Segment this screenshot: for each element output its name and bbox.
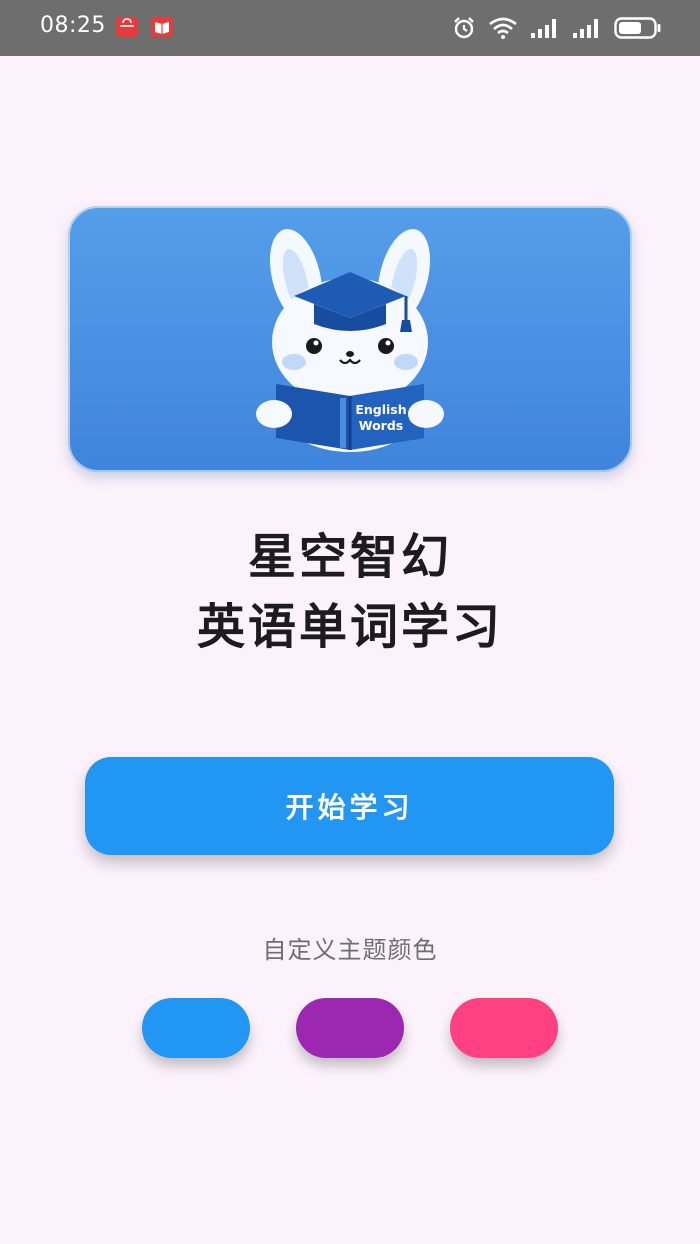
book-app-icon (151, 17, 173, 37)
theme-color-pink-option[interactable] (450, 998, 558, 1058)
wifi-icon (488, 16, 518, 40)
theme-color-blue-option[interactable] (142, 998, 250, 1058)
bunny-mascot-illustration: English Words (256, 229, 444, 452)
battery-icon (614, 16, 662, 40)
signal-icon (530, 17, 560, 39)
app-title-line2: 英语单词学习 (196, 599, 503, 655)
app-title: 星空智幻 英语单词学习 (0, 522, 700, 662)
alarm-icon (452, 16, 476, 40)
theme-color-label: 自定义主题颜色 (262, 936, 438, 964)
hero-banner: English Words (68, 206, 632, 472)
status-bar: 08:25 (0, 0, 700, 56)
book-text-words: Words (359, 418, 403, 433)
signal-icon (572, 17, 602, 39)
shop-app-icon (116, 17, 138, 37)
book-text-english: English (355, 402, 406, 417)
app-title-line1: 星空智幻 (247, 529, 452, 585)
theme-color-purple-option[interactable] (296, 998, 404, 1058)
start-learning-button[interactable]: 开始学习 (85, 757, 614, 855)
system-status-icons (452, 14, 662, 42)
status-time: 08:25 (40, 13, 106, 38)
